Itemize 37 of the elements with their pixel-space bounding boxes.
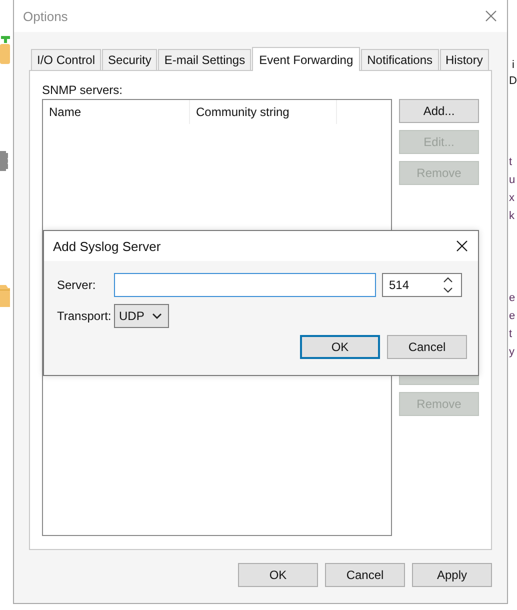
section-label: SNMP servers: <box>42 83 124 99</box>
tab[interactable]: E-mail Settings <box>158 49 252 70</box>
chevron-down-icon <box>152 313 162 319</box>
folder-icon <box>0 36 10 64</box>
dropdown[interactable]: UDP <box>114 304 169 328</box>
button[interactable]: Cancel <box>325 563 405 587</box>
field-label: Transport: <box>57 309 112 323</box>
tab[interactable]: Event Forwarding <box>252 47 360 71</box>
button[interactable]: OK <box>300 335 380 359</box>
folder-icon <box>0 283 10 307</box>
button[interactable]: OK <box>238 563 318 587</box>
window-title: Options <box>23 8 68 24</box>
button[interactable]: Add... <box>399 99 479 123</box>
text-fragment: x <box>509 192 514 204</box>
text-fragment: t <box>509 328 512 340</box>
tab[interactable]: History <box>440 49 489 70</box>
close-icon[interactable] <box>456 240 468 252</box>
text-fragment: y <box>509 346 514 358</box>
tab[interactable]: I/O Control <box>31 49 102 70</box>
text-fragment: k <box>509 210 514 222</box>
input-field[interactable] <box>114 273 376 297</box>
tab[interactable]: Notifications <box>361 49 439 70</box>
field-label: Server: <box>57 278 97 292</box>
column-header[interactable]: Community string <box>190 100 337 124</box>
spin-box[interactable]: 514 <box>382 273 462 297</box>
column-header[interactable]: Name <box>43 100 190 124</box>
dialog-title: Add Syslog Server <box>53 238 161 254</box>
text-fragment: i <box>512 59 514 71</box>
text-fragment: u <box>509 174 516 186</box>
tab[interactable]: Security <box>102 49 158 70</box>
text-fragment: e <box>509 310 516 322</box>
text-fragment: t <box>509 156 512 168</box>
text-fragment: e <box>509 292 516 304</box>
up-down-icon <box>443 276 453 294</box>
text-fragment: D <box>509 75 517 87</box>
button[interactable]: Cancel <box>387 335 467 359</box>
button[interactable]: Apply <box>412 563 492 587</box>
